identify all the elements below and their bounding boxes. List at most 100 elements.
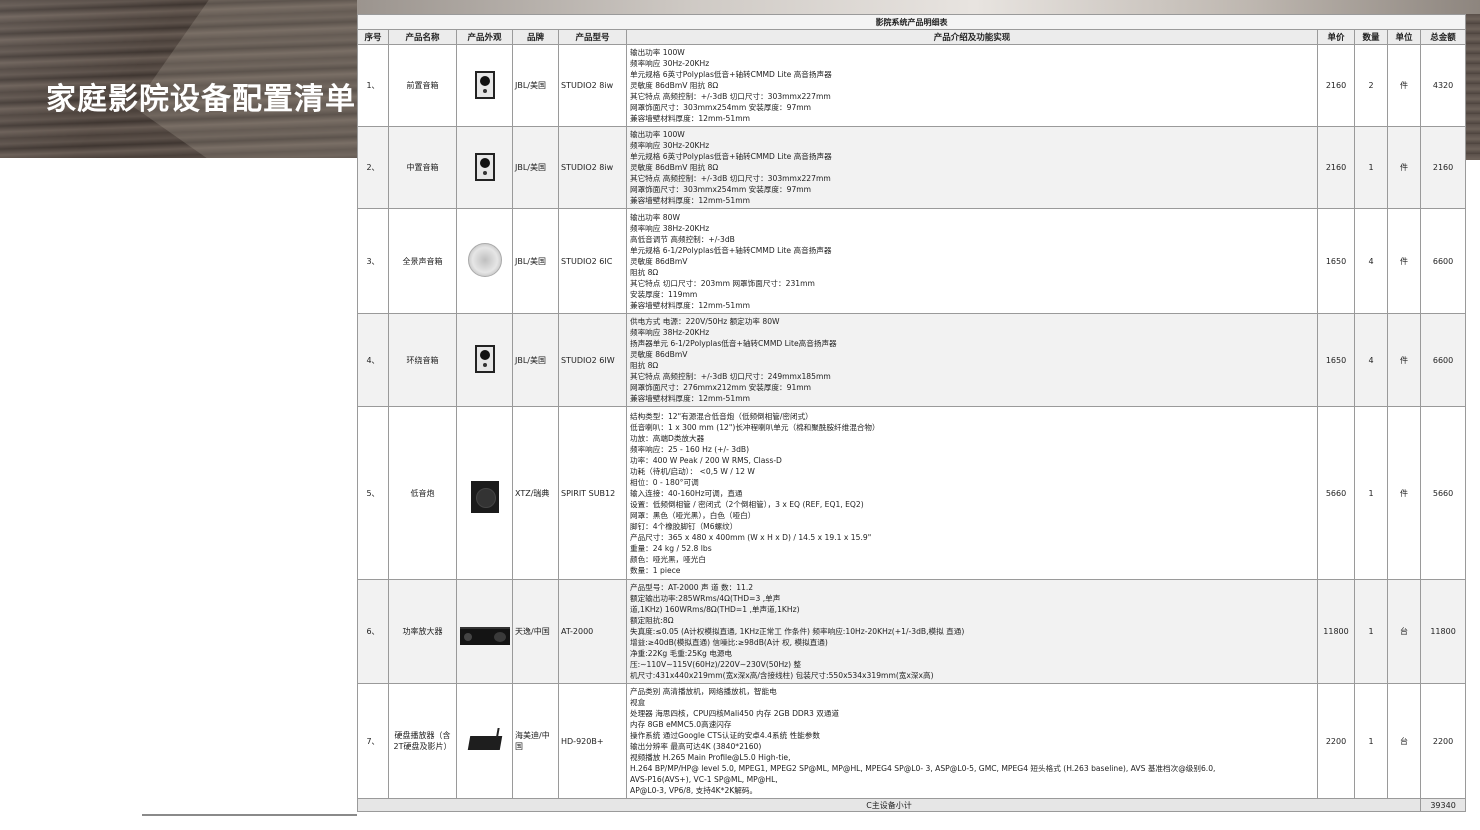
description-line: H.264 BP/MP/HP@ level 5.0, MPEG1, MPEG2 … — [630, 764, 1216, 773]
quantity: 4 — [1354, 208, 1388, 314]
quantity: 1 — [1354, 406, 1388, 580]
description-line: 兼容墙壁材料厚度：12mm-51mm — [630, 114, 750, 123]
header-brand: 品牌 — [512, 29, 559, 45]
product-description: 结构类型：12"有源混合低音炮（低频倒相管/密闭式） 低音喇叭：1 x 300 m… — [626, 406, 1318, 580]
description-line: 功率：400 W Peak / 200 W RMS, Class-D — [630, 455, 782, 465]
description-line: 单元规格 6英寸Polyplas低音+轴转CMMD Lite 高音扬声器 — [630, 152, 832, 161]
product-name: 硬盘播放器（含2T硬盘及影片） — [388, 683, 457, 799]
description-line: 机尺寸:431x440x219mm(宽x深x高/含接线柱) 包装尺寸:550x5… — [630, 671, 934, 680]
description-line: 其它特点 高频控制：+/-3dB 切口尺寸：303mmx227mm — [630, 174, 831, 183]
media-player-icon — [467, 736, 502, 750]
subtotal-row: C主设备小计 39340 — [357, 798, 1467, 812]
description-line: 阻抗 8Ω — [630, 267, 659, 277]
quantity: 4 — [1354, 313, 1388, 407]
description-line: 操作系统 通过Google CTS认证的安卓4.4系统 性能参数 — [630, 731, 820, 740]
model: STUDIO2 6IC — [558, 208, 627, 314]
brand: JBL/美国 — [512, 126, 559, 209]
description-line: 输入连接：40-160Hz可调，直通 — [630, 488, 743, 498]
header-unit: 单位 — [1387, 29, 1421, 45]
unit-price: 1650 — [1317, 208, 1355, 314]
brand: 海美迪/中国 — [512, 683, 559, 799]
description-line: 高低音调节 高频控制：+/-3dB — [630, 234, 735, 244]
header-price: 单价 — [1317, 29, 1355, 45]
unit-price: 1650 — [1317, 313, 1355, 407]
row-number: 4、 — [357, 313, 389, 407]
model: HD-920B+ — [558, 683, 627, 799]
header-qty: 数量 — [1354, 29, 1388, 45]
unit-price: 11800 — [1317, 579, 1355, 684]
product-image — [456, 44, 513, 127]
description-line: 数量：1 piece — [630, 565, 681, 575]
description-line: 阻抗 8Ω — [630, 361, 659, 370]
table-row: 7、 硬盘播放器（含2T硬盘及影片） 海美迪/中国 HD-920B+ 产品类别 高清播放… — [357, 683, 1467, 799]
model: SPIRIT SUB12 — [558, 406, 627, 580]
unit-price: 2160 — [1317, 126, 1355, 209]
description-line: 压:~110V~115V(60Hz)/220V~230V(50Hz) 整 — [630, 660, 802, 669]
description-line: 产品型号：AT-2000 声 道 数：11.2 — [630, 583, 754, 592]
brand: JBL/美国 — [512, 313, 559, 407]
unit-price: 5660 — [1317, 406, 1355, 580]
description-line: AP@L0-3, VP6/8, 支持4K*2K解码。 — [630, 786, 758, 795]
product-description: 输出功率 80W 频率响应 38Hz-20KHz 高低音调节 高频控制：+/-3dB… — [626, 208, 1318, 314]
row-number: 1、 — [357, 44, 389, 127]
row-number: 6、 — [357, 579, 389, 684]
product-name: 全景声音箱 — [388, 208, 457, 314]
quantity: 1 — [1354, 683, 1388, 799]
description-line: 扬声器单元 6-1/2Polyplas低音+轴转CMMD Lite高音扬声器 — [630, 339, 837, 348]
description-line: 增益:≥40dB(模拟直通) 信噪比:≥98dB(A计 权, 模拟直通) — [630, 638, 828, 647]
model: STUDIO2 6IW — [558, 313, 627, 407]
description-line: 相位：0 - 180°可调 — [630, 477, 699, 487]
unit-price: 2160 — [1317, 44, 1355, 127]
line-total: 6600 — [1419, 313, 1467, 407]
table-row: 3、 全景声音箱 JBL/美国 STUDIO2 6IC 输出功率 80W 频率响应 38H… — [357, 208, 1467, 314]
unit: 件 — [1387, 406, 1421, 580]
description-line: 灵敏度 86dBmV — [630, 256, 688, 266]
product-table: 影院系统产品明细表 序号 产品名称 产品外观 品牌 产品型号 产品介绍及功能实现… — [356, 14, 1467, 812]
table-header-row: 序号 产品名称 产品外观 品牌 产品型号 产品介绍及功能实现 单价 数量 单位 … — [357, 29, 1467, 45]
header-description: 产品介绍及功能实现 — [626, 29, 1318, 45]
header-image: 产品外观 — [456, 29, 513, 45]
product-description: 产品类别 高清播放机，网络播放机，智能电 视盒 处理器 海思四核，CPU四核Mali… — [626, 683, 1318, 799]
description-line: 网罩饰面尺寸：303mmx254mm 安装厚度：97mm — [630, 103, 812, 112]
subtotal-value: 39340 — [1419, 798, 1467, 812]
quantity: 1 — [1354, 126, 1388, 209]
description-line: 设置：低频倒相管 / 密闭式（2个倒相管），3 x EQ (REF, EQ1, … — [630, 499, 864, 509]
model: STUDIO2 8iw — [558, 126, 627, 209]
line-total: 4320 — [1419, 44, 1467, 127]
product-name: 功率放大器 — [388, 579, 457, 684]
model: AT-2000 — [558, 579, 627, 684]
product-image — [456, 406, 513, 580]
decorative-side-strip — [1465, 14, 1480, 160]
description-line: 频率响应 38Hz-20KHz — [630, 223, 710, 233]
wall-speaker-icon — [474, 152, 495, 181]
description-line: 视盒 — [630, 698, 646, 707]
header-total: 总金额 — [1419, 29, 1467, 45]
description-line: 脚钉：4个橡胶脚钉（M6螺纹） — [630, 521, 738, 531]
description-line: 结构类型：12"有源混合低音炮（低频倒相管/密闭式） — [630, 411, 813, 421]
description-line: 频率响应 30Hz-20KHz — [630, 59, 710, 68]
description-line: 单元规格 6-1/2Polyplas低音+轴转CMMD Lite 高音扬声器 — [630, 245, 832, 255]
brand: XTZ/瑞典 — [512, 406, 559, 580]
product-image — [456, 683, 513, 799]
subtotal-label: C主设备小计 — [357, 798, 1421, 812]
subwoofer-icon — [470, 481, 499, 513]
description-line: 供电方式 电源：220V/50Hz 额定功率 80W — [630, 317, 780, 326]
model: STUDIO2 8iw — [558, 44, 627, 127]
description-line: 单元规格 6英寸Polyplas低音+轴转CMMD Lite 高音扬声器 — [630, 70, 832, 79]
product-description: 供电方式 电源：220V/50Hz 额定功率 80W 频率响应 38Hz-20KH… — [626, 313, 1318, 407]
line-total: 6600 — [1419, 208, 1467, 314]
description-line: 产品尺寸：365 x 480 x 400mm (W x H x D) / 14.… — [630, 532, 872, 542]
table-row: 2、 中置音箱 JBL/美国 STUDIO2 8iw 输出功率 100W 频率响应 30H… — [357, 126, 1467, 209]
description-line: 视频播放 H.265 Main Profile@L5.0 High-tie, — [630, 753, 791, 762]
description-line: 功耗（待机/启动）： <0,5 W / 12 W — [630, 466, 755, 476]
description-line: 处理器 海思四核，CPU四核Mali450 内存 2GB DDR3 双通道 — [630, 709, 840, 718]
product-table-container: 影院系统产品明细表 序号 产品名称 产品外观 品牌 产品型号 产品介绍及功能实现… — [356, 14, 1467, 812]
table-row: 1、 前置音箱 JBL/美国 STUDIO2 8iw 输出功率 100W 频率响应 30H… — [357, 44, 1467, 127]
table-row: 6、 功率放大器 天逸/中国 AT-2000 产品型号：AT-2000 声 道 数：11… — [357, 579, 1467, 684]
product-image — [456, 126, 513, 209]
wall-speaker-icon — [474, 345, 495, 373]
line-total: 2160 — [1419, 126, 1467, 209]
unit-price: 2200 — [1317, 683, 1355, 799]
description-line: 净重:22Kg 毛重:25Kg 电源电 — [630, 649, 733, 658]
header-model: 产品型号 — [558, 29, 627, 45]
